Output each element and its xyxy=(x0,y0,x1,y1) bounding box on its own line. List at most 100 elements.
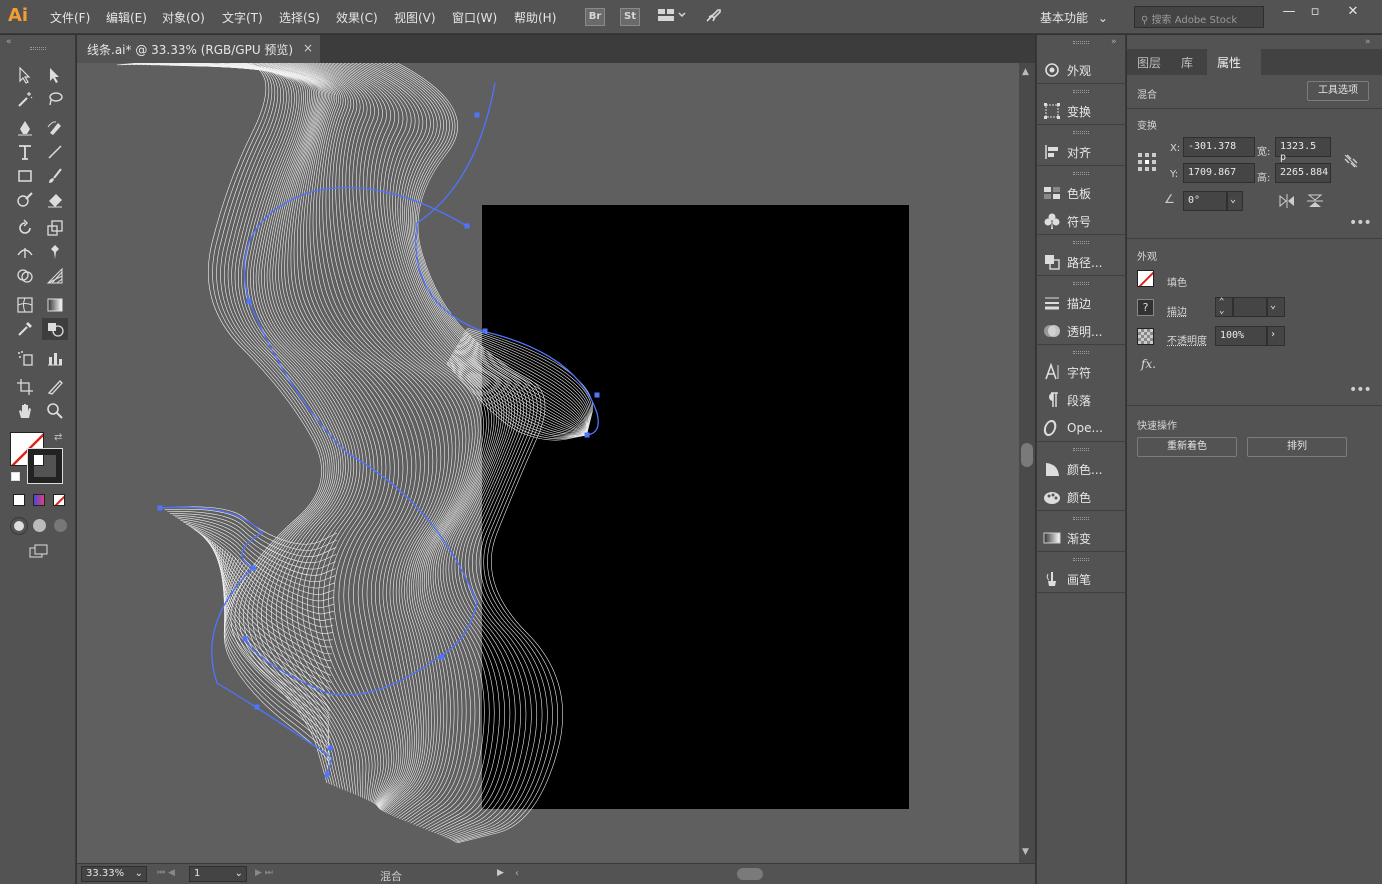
eraser-tool[interactable] xyxy=(44,189,66,211)
first-artboard-icon[interactable]: ⏮ ◀ xyxy=(157,868,175,878)
draw-inside-button[interactable] xyxy=(54,519,67,532)
canvas[interactable] xyxy=(77,63,1019,863)
menu-window[interactable]: 窗口(W) xyxy=(452,9,497,26)
pen-tool[interactable] xyxy=(14,117,36,139)
stroke-weight-stepper[interactable]: ⌃ ⌄ xyxy=(1215,297,1233,317)
maximize-button[interactable]: ▫ xyxy=(1304,4,1326,20)
height-field[interactable]: 2265.884 xyxy=(1275,163,1331,183)
dock-item-opentype[interactable]: Ope... xyxy=(1037,414,1125,442)
swap-colors-icon[interactable]: ⇄ xyxy=(54,432,62,443)
direct-selection-tool[interactable] xyxy=(44,64,66,86)
menu-edit[interactable]: 编辑(E) xyxy=(106,9,147,26)
rectangle-tool[interactable] xyxy=(14,165,36,187)
line-tool[interactable] xyxy=(44,141,66,163)
artboard-tool[interactable] xyxy=(14,376,36,398)
opacity-dropdown[interactable]: › xyxy=(1267,326,1285,346)
more-options-icon[interactable]: ••• xyxy=(1349,215,1372,231)
panel-group-grip[interactable] xyxy=(1073,448,1089,451)
type-tool[interactable] xyxy=(14,141,36,163)
workspace-switcher[interactable]: 基本功能 ⌄ xyxy=(1040,9,1108,26)
flip-horizontal-button[interactable] xyxy=(1279,194,1295,208)
angle-field[interactable]: 0° xyxy=(1183,191,1227,211)
shaper-tool[interactable] xyxy=(14,189,36,211)
dock-item-paragraph[interactable]: 段落 xyxy=(1037,386,1125,414)
curvature-tool[interactable] xyxy=(44,117,66,139)
menu-file[interactable]: 文件(F) xyxy=(50,9,90,26)
opacity-field[interactable]: 100% xyxy=(1215,326,1267,346)
stroke-color-swatch[interactable]: ? xyxy=(1137,299,1154,316)
panel-group-grip[interactable] xyxy=(1073,351,1089,354)
dock-item-pathfinder[interactable]: 路径... xyxy=(1037,248,1125,276)
panel-group-grip[interactable] xyxy=(1073,131,1089,134)
dock-item-color-guide[interactable]: 颜色... xyxy=(1037,455,1125,483)
zoom-tool[interactable] xyxy=(44,400,66,422)
stroke-weight-field[interactable] xyxy=(1233,297,1267,317)
menu-select[interactable]: 选择(S) xyxy=(279,9,320,26)
x-field[interactable]: -301.378 xyxy=(1183,137,1255,157)
fill-color-swatch[interactable] xyxy=(1137,270,1154,287)
selection-tool[interactable] xyxy=(14,64,36,86)
stock-button[interactable]: St xyxy=(620,8,640,26)
blend-tool[interactable] xyxy=(42,318,68,340)
panel-group-grip[interactable] xyxy=(1073,172,1089,175)
bridge-button[interactable]: Br xyxy=(585,8,605,26)
panel-group-grip[interactable] xyxy=(1073,558,1089,561)
collapse-icon[interactable]: » xyxy=(1111,37,1117,47)
panel-group-grip[interactable] xyxy=(1073,241,1089,244)
tool-options-button[interactable]: 工具选项 xyxy=(1307,81,1369,101)
vertical-scroll-thumb[interactable] xyxy=(1021,443,1033,467)
shape-builder-tool[interactable] xyxy=(14,265,36,287)
y-field[interactable]: 1709.867 xyxy=(1183,163,1255,183)
collapse-icon[interactable]: » xyxy=(1365,37,1371,47)
dock-item-color[interactable]: 颜色 xyxy=(1037,483,1125,511)
gpu-performance-button[interactable] xyxy=(702,8,724,26)
dock-item-brushes[interactable]: 画笔 xyxy=(1037,565,1125,593)
column-graph-tool[interactable] xyxy=(44,347,66,369)
panel-grip[interactable] xyxy=(30,47,46,50)
reference-point-icon[interactable] xyxy=(1137,152,1157,172)
flip-vertical-button[interactable] xyxy=(1307,194,1323,208)
dock-item-appearance[interactable]: 外观 xyxy=(1037,56,1125,84)
panel-group-grip[interactable] xyxy=(1073,282,1089,285)
slice-tool[interactable] xyxy=(44,376,66,398)
dock-item-align[interactable]: 对齐 xyxy=(1037,138,1125,166)
draw-behind-button[interactable] xyxy=(33,519,46,532)
collapse-icon[interactable]: « xyxy=(6,37,12,47)
angle-dropdown[interactable]: ⌄ xyxy=(1227,191,1243,211)
status-menu-icon[interactable]: ▶ xyxy=(497,868,504,878)
menu-object[interactable]: 对象(O) xyxy=(162,9,205,26)
more-options-icon[interactable]: ••• xyxy=(1349,382,1372,398)
minimize-button[interactable]: — xyxy=(1278,4,1300,20)
scale-tool[interactable] xyxy=(44,217,66,239)
tab-libraries[interactable]: 库 xyxy=(1171,49,1203,75)
fx-icon[interactable]: fx. xyxy=(1141,357,1156,371)
arrange-documents-button[interactable] xyxy=(654,8,690,26)
stroke-label[interactable]: 描边 xyxy=(1167,303,1187,318)
menu-help[interactable]: 帮助(H) xyxy=(514,9,556,26)
artwork[interactable] xyxy=(77,63,1019,863)
horizontal-scroll-thumb[interactable] xyxy=(737,868,763,880)
scroll-down-icon[interactable]: ▼ xyxy=(1022,847,1029,857)
mesh-tool[interactable] xyxy=(14,294,36,316)
vertical-scrollbar[interactable]: ▲ ▼ xyxy=(1019,63,1035,863)
artboard-select[interactable]: 1 ⌄ xyxy=(189,866,247,882)
scroll-up-icon[interactable]: ▲ xyxy=(1022,67,1029,77)
arrange-button[interactable]: 排列 xyxy=(1247,437,1347,457)
zoom-select[interactable]: 33.33% ⌄ xyxy=(81,866,147,882)
perspective-grid-tool[interactable] xyxy=(44,265,66,287)
puppet-warp-tool[interactable] xyxy=(44,241,66,263)
rotate-tool[interactable] xyxy=(14,217,36,239)
stock-search-input[interactable]: ⚲ 搜索 Adobe Stock xyxy=(1134,6,1264,28)
gradient-mode-button[interactable] xyxy=(33,494,45,506)
draw-normal-button[interactable] xyxy=(10,517,28,535)
paintbrush-tool[interactable] xyxy=(44,165,66,187)
scroll-left-icon[interactable]: ‹ xyxy=(515,868,519,879)
default-colors-icon[interactable] xyxy=(11,472,20,481)
panel-group-grip[interactable] xyxy=(1073,41,1089,44)
stroke-weight-dropdown[interactable]: ⌄ xyxy=(1267,297,1285,317)
close-icon[interactable]: × xyxy=(303,41,313,55)
eyedropper-tool[interactable] xyxy=(14,318,36,340)
last-artboard-icon[interactable]: ▶ ⏭ xyxy=(255,868,273,878)
dock-item-character[interactable]: 字符 xyxy=(1037,358,1125,386)
dock-item-gradient[interactable]: 渐变 xyxy=(1037,524,1125,552)
